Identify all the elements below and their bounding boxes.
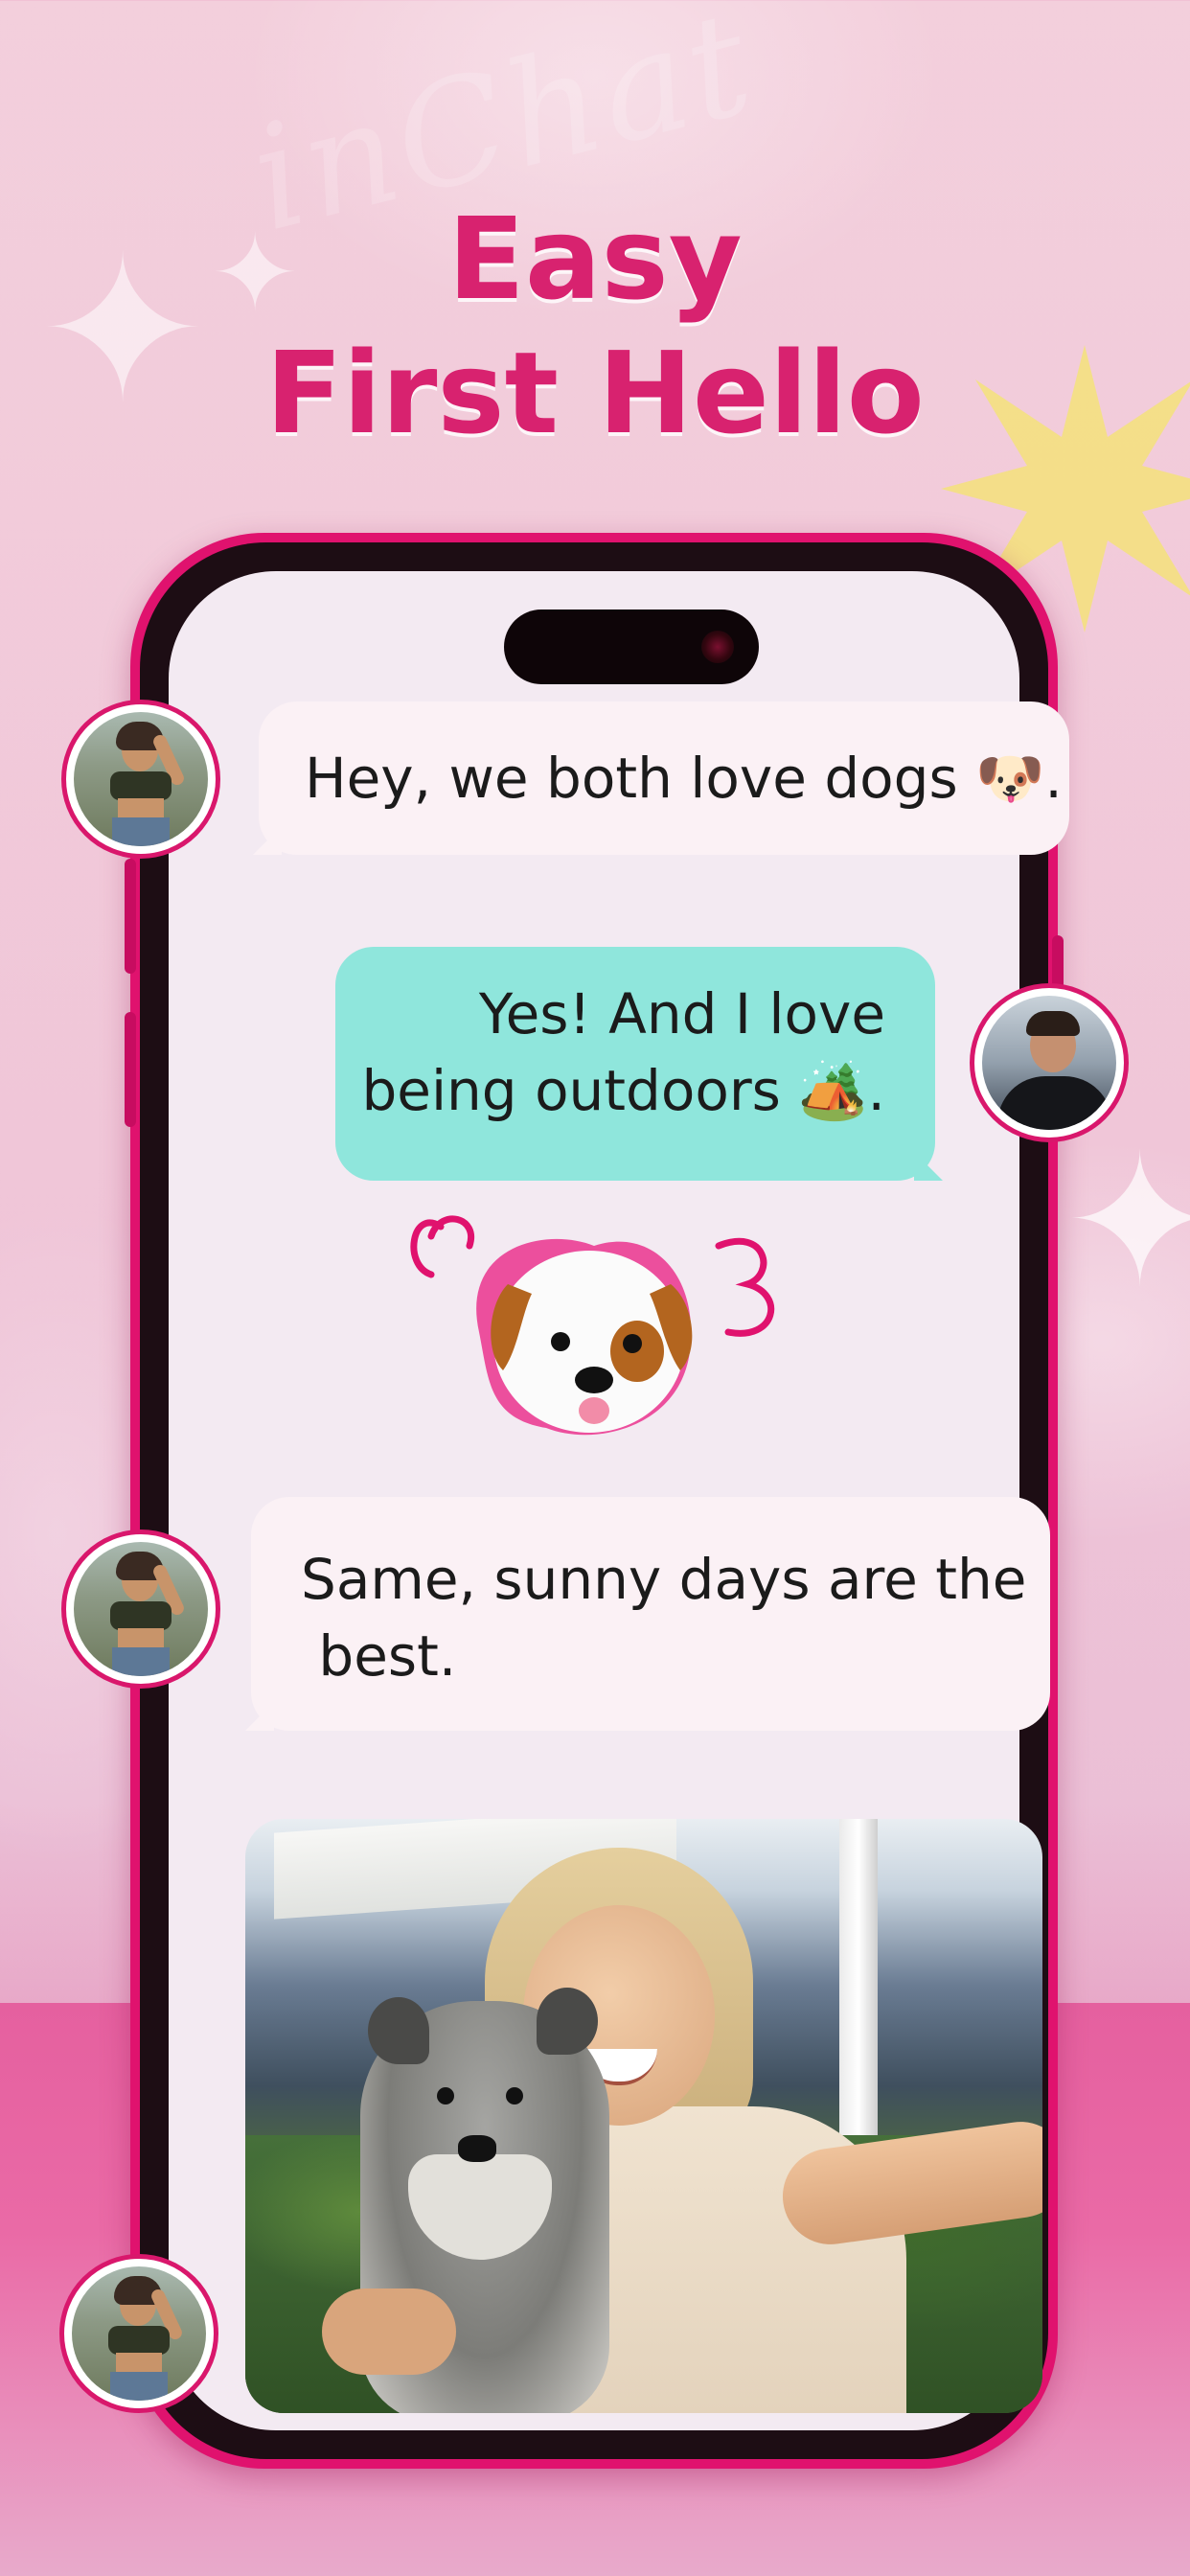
message-bubble-incoming[interactable]: Hey, we both love dogs 🐶.: [253, 702, 1069, 855]
avatar-her[interactable]: [61, 1530, 220, 1689]
sparkle-icon: ✦: [1064, 1116, 1190, 1327]
photo-dog-eye: [506, 2087, 523, 2104]
avatar-her[interactable]: [59, 2254, 218, 2413]
headline: Easy First Hello: [0, 192, 1190, 460]
message-bubble-incoming[interactable]: Same, sunny days are the best.: [245, 1497, 1050, 1731]
message-text-line-2: being outdoors 🏕️.: [361, 1058, 885, 1123]
avatar-her[interactable]: [61, 700, 220, 859]
photo-hand: [322, 2288, 456, 2375]
avatar-him[interactable]: [970, 983, 1129, 1142]
message-text-line-2: best.: [301, 1623, 457, 1689]
photo-dog-ear: [368, 1997, 429, 2064]
photo-dog-eye: [437, 2087, 454, 2104]
photo-dog-ear: [537, 1988, 598, 2055]
avatar-photo: [74, 712, 208, 846]
dynamic-island: [504, 610, 759, 684]
message-bubble-outgoing[interactable]: Yes! And I love being outdoors 🏕️.: [335, 947, 943, 1181]
avatar-photo: [74, 1542, 208, 1676]
phone-side-button: [125, 859, 136, 974]
camera-icon: [701, 631, 734, 663]
photo-message-selfie-with-dog[interactable]: [245, 1819, 1042, 2413]
message-text-line-1: Same, sunny days are the: [301, 1547, 1027, 1612]
photo-dog-nose: [458, 2135, 496, 2162]
headline-line-2: First Hello: [265, 327, 925, 459]
message-text-line-1: Yes! And I love: [478, 981, 885, 1046]
headline-line-1: Easy: [447, 193, 743, 325]
message-text: Hey, we both love dogs 🐶.: [305, 746, 1063, 811]
phone-side-button: [125, 1012, 136, 1127]
avatar-photo: [982, 996, 1116, 1130]
avatar-photo: [72, 2266, 206, 2401]
puppy-face-sticker-icon[interactable]: [402, 1188, 824, 1476]
photo-pole: [839, 1819, 878, 2135]
